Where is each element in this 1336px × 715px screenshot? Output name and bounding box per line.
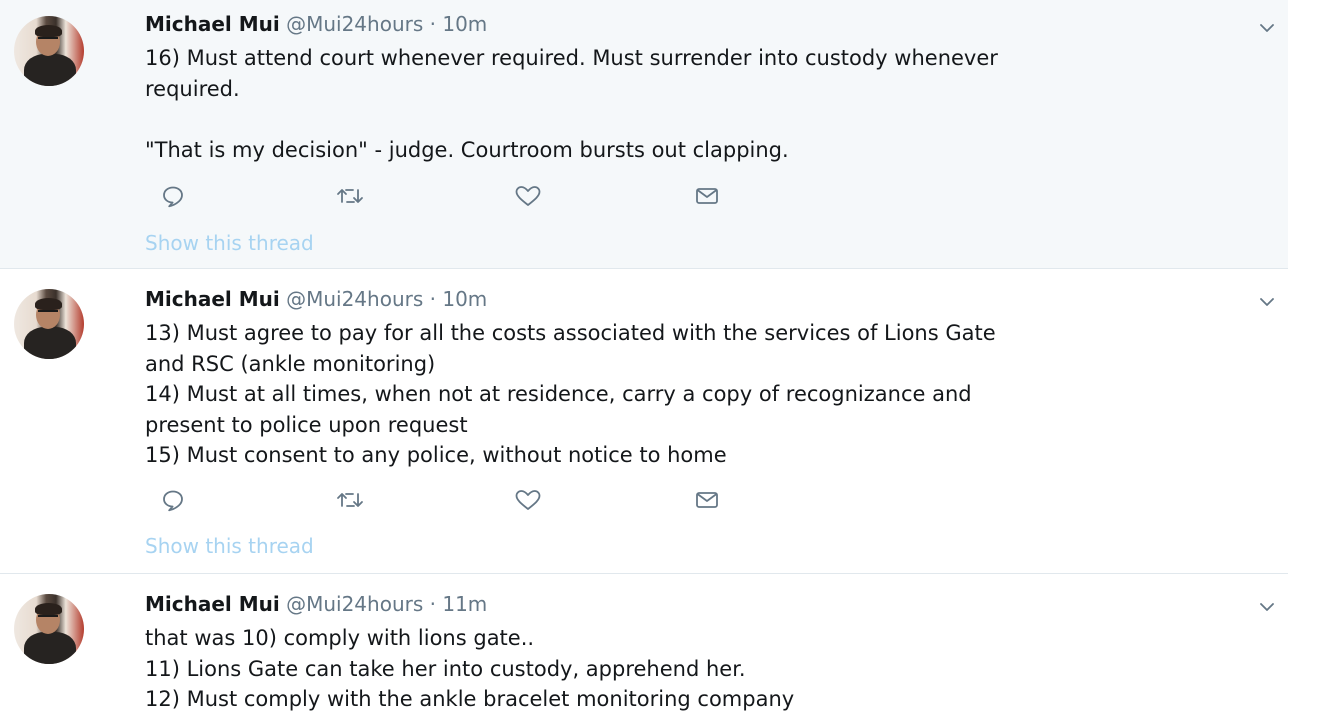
tweet-text: 16) Must attend court whenever required.…: [145, 43, 1280, 166]
tweet-line: 11) Lions Gate can take her into custody…: [145, 656, 746, 681]
envelope-icon[interactable]: [694, 183, 720, 209]
tweet-text: that was 10) comply with lions gate.. 11…: [145, 623, 1280, 715]
avatar[interactable]: [14, 594, 84, 664]
show-thread-link[interactable]: Show this thread: [145, 534, 314, 558]
separator: ·: [429, 12, 436, 36]
show-thread-link[interactable]: Show this thread: [145, 231, 314, 255]
tweet-line: "That is my decision" - judge. Courtroom…: [145, 138, 789, 162]
timestamp[interactable]: 10m: [442, 12, 487, 36]
chevron-down-icon[interactable]: [1259, 20, 1275, 36]
author-name[interactable]: Michael Mui: [145, 592, 280, 616]
author-name[interactable]: Michael Mui: [145, 287, 280, 311]
author-handle[interactable]: @Mui24hours: [286, 287, 423, 311]
avatar[interactable]: [14, 16, 84, 86]
chevron-down-icon[interactable]: [1259, 294, 1275, 310]
author-handle[interactable]: @Mui24hours: [286, 12, 423, 36]
tweet-header: Michael Mui @Mui24hours · 10m: [145, 12, 487, 36]
tweet-header: Michael Mui @Mui24hours · 11m: [145, 592, 487, 616]
tweet-text: 13) Must agree to pay for all the costs …: [145, 318, 1280, 471]
timestamp[interactable]: 10m: [442, 287, 487, 311]
tweet-line: 14) Must at all times, when not at resid…: [145, 382, 972, 406]
tweet[interactable]: Michael Mui @Mui24hours · 10m 16) Must a…: [0, 0, 1288, 268]
avatar[interactable]: [14, 289, 84, 359]
separator: ·: [429, 287, 436, 311]
tweet-line: 13) Must agree to pay for all the costs …: [145, 321, 996, 345]
retweet-icon[interactable]: [333, 487, 367, 513]
tweet[interactable]: Michael Mui @Mui24hours · 11m that was 1…: [0, 573, 1288, 711]
author-handle[interactable]: @Mui24hours: [286, 592, 423, 616]
tweet-line: 16) Must attend court whenever required.…: [145, 46, 998, 70]
envelope-icon[interactable]: [694, 487, 720, 513]
tweet-line: present to police upon request: [145, 412, 468, 437]
tweet[interactable]: Michael Mui @Mui24hours · 10m 13) Must a…: [0, 268, 1288, 573]
timestamp[interactable]: 11m: [442, 592, 487, 616]
heart-icon[interactable]: [513, 487, 543, 513]
reply-icon[interactable]: [160, 487, 186, 513]
tweet-line: 12) Must comply with the ankle bracelet …: [145, 687, 795, 711]
tweet-actions: [145, 183, 745, 209]
retweet-icon[interactable]: [333, 183, 367, 209]
author-name[interactable]: Michael Mui: [145, 12, 280, 36]
tweet-line: that was 10) comply with lions gate..: [145, 626, 535, 650]
chevron-down-icon[interactable]: [1259, 599, 1275, 615]
separator: ·: [429, 592, 436, 616]
tweet-line: 15) Must consent to any police, without …: [145, 443, 727, 467]
tweet-line: and RSC (ankle monitoring): [145, 351, 436, 376]
tweet-header: Michael Mui @Mui24hours · 10m: [145, 287, 487, 311]
timeline: Michael Mui @Mui24hours · 10m 16) Must a…: [0, 0, 1288, 711]
tweet-line: required.: [145, 76, 240, 101]
heart-icon[interactable]: [513, 183, 543, 209]
tweet-actions: [145, 487, 745, 513]
reply-icon[interactable]: [160, 183, 186, 209]
